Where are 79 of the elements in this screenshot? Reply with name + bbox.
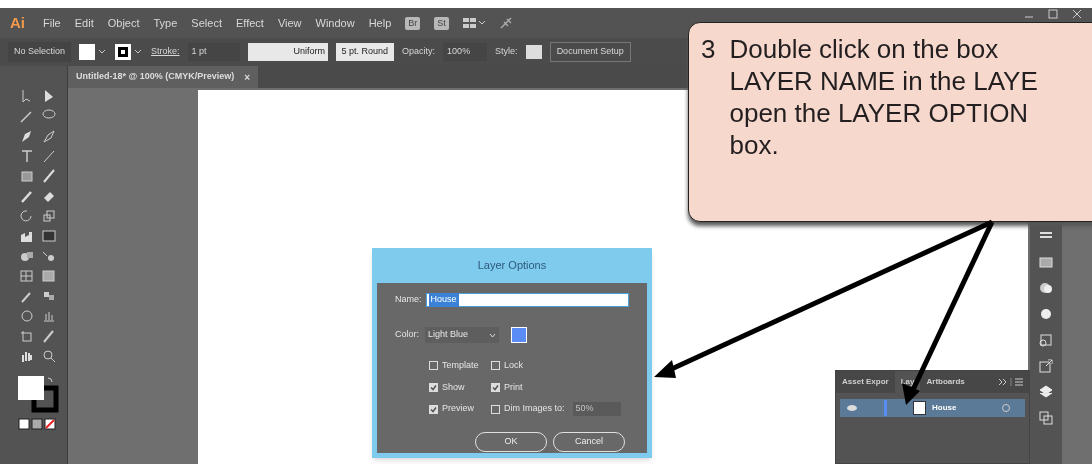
checkmark-icon bbox=[430, 383, 437, 391]
menu-item[interactable]: Effect bbox=[235, 14, 264, 32]
checkmark-icon bbox=[430, 405, 437, 413]
style-label: Style: bbox=[495, 45, 518, 59]
menu-item[interactable]: Select bbox=[191, 14, 222, 32]
stroke-profile-dropdown[interactable]: Uniform bbox=[247, 43, 328, 61]
layout-grid-icon[interactable] bbox=[462, 17, 485, 29]
checkbox[interactable] bbox=[491, 382, 500, 392]
eye-icon[interactable] bbox=[846, 404, 858, 412]
tab-close-button[interactable]: × bbox=[244, 69, 251, 85]
document-title: Untitled-18* @ 100% (CMYK/Preview) bbox=[76, 70, 235, 84]
appearance-icon[interactable] bbox=[1038, 306, 1054, 322]
checkbox[interactable] bbox=[429, 382, 438, 392]
menu-item[interactable]: Window bbox=[315, 14, 355, 32]
stroke-label: Stroke: bbox=[151, 45, 180, 59]
zoom-icon[interactable] bbox=[40, 348, 57, 364]
checkbox-label: Dim Images to: bbox=[504, 402, 565, 416]
menu-item[interactable]: Object bbox=[107, 14, 140, 32]
step-number: 3 bbox=[701, 33, 716, 66]
export-icon[interactable] bbox=[1038, 358, 1054, 374]
instruction-text: Double click on the box bbox=[729, 33, 1000, 65]
name-input-field[interactable]: House bbox=[425, 293, 629, 307]
layer-thumbnail bbox=[913, 401, 926, 415]
fill-swatch-icon[interactable] bbox=[79, 44, 108, 60]
instruction-text: open the LAYER OPTION bbox=[729, 97, 1030, 129]
close-icon[interactable] bbox=[1072, 9, 1082, 19]
document-setup-button[interactable]: Document Setup bbox=[549, 42, 631, 62]
layers-icon[interactable] bbox=[1038, 384, 1054, 400]
checkbox[interactable] bbox=[429, 404, 438, 414]
dim-percent-field[interactable]: 50% bbox=[572, 402, 621, 416]
checkbox-label: Print bbox=[504, 380, 523, 394]
checkbox-label: Preview bbox=[442, 402, 474, 416]
rectangle-icon[interactable] bbox=[18, 168, 35, 184]
checkmark-icon bbox=[492, 383, 499, 391]
checkbox-label: Show bbox=[442, 380, 465, 394]
document-tab[interactable]: Untitled-18* @ 100% (CMYK/Preview) × bbox=[68, 66, 259, 88]
maximize-icon[interactable] bbox=[1048, 9, 1058, 19]
app-badge-button[interactable]: Br bbox=[405, 16, 421, 30]
menu-item[interactable]: Edit bbox=[74, 14, 94, 32]
brush-dropdown[interactable]: 5 pt. Round bbox=[335, 43, 395, 61]
checkbox[interactable] bbox=[491, 361, 500, 371]
layer-name: House bbox=[932, 402, 957, 414]
dialog-title: Layer Options bbox=[476, 258, 548, 274]
name-value: House bbox=[428, 293, 459, 307]
opacity-field[interactable]: 100% bbox=[443, 43, 488, 61]
color-dropdown[interactable]: Light Blue bbox=[425, 327, 499, 343]
menu-item[interactable]: Type bbox=[153, 14, 178, 32]
instruction-text: box. bbox=[729, 129, 780, 161]
mesh-grid-icon[interactable] bbox=[18, 268, 35, 284]
stroke-swatch-icon[interactable] bbox=[115, 44, 144, 60]
layer-row[interactable]: House bbox=[840, 399, 1025, 417]
color-label: Color: bbox=[395, 328, 419, 342]
fill-stroke-swatches-icon[interactable] bbox=[15, 374, 60, 414]
menu-item[interactable]: Help bbox=[368, 14, 392, 32]
style-swatch[interactable] bbox=[525, 45, 542, 59]
panel-menu-icon[interactable] bbox=[999, 378, 1023, 386]
artboards-panel-icon[interactable] bbox=[1038, 410, 1054, 426]
artboard-icon[interactable] bbox=[18, 328, 35, 344]
checkbox-label: Lock bbox=[504, 359, 523, 372]
checkbox-label: Template bbox=[442, 359, 479, 372]
panel-tab[interactable]: Artboards bbox=[920, 371, 971, 393]
rotate-icon[interactable] bbox=[18, 208, 35, 224]
menu-item[interactable]: View bbox=[277, 14, 302, 32]
app-logo: Ai bbox=[10, 12, 25, 33]
opacity-label: Opacity: bbox=[402, 45, 436, 59]
name-label: Name: bbox=[395, 293, 422, 307]
checkbox[interactable] bbox=[429, 361, 438, 371]
panel-tab[interactable]: Asset Expor bbox=[836, 371, 895, 393]
color-mode-icons[interactable] bbox=[17, 418, 58, 430]
color-value: Light Blue bbox=[428, 328, 469, 342]
app-badge-button[interactable]: St bbox=[434, 16, 449, 30]
selection-status: No Selection bbox=[8, 42, 72, 62]
chevron-down-icon bbox=[489, 332, 496, 338]
color-swatch[interactable] bbox=[511, 327, 527, 343]
scale-icon[interactable] bbox=[40, 208, 57, 224]
instruction-text: LAYER NAME in the LAYE bbox=[729, 65, 1038, 97]
checkbox[interactable] bbox=[491, 404, 500, 414]
stroke-weight-field[interactable]: 1 pt bbox=[187, 43, 240, 61]
menu-item[interactable]: File bbox=[43, 14, 61, 32]
